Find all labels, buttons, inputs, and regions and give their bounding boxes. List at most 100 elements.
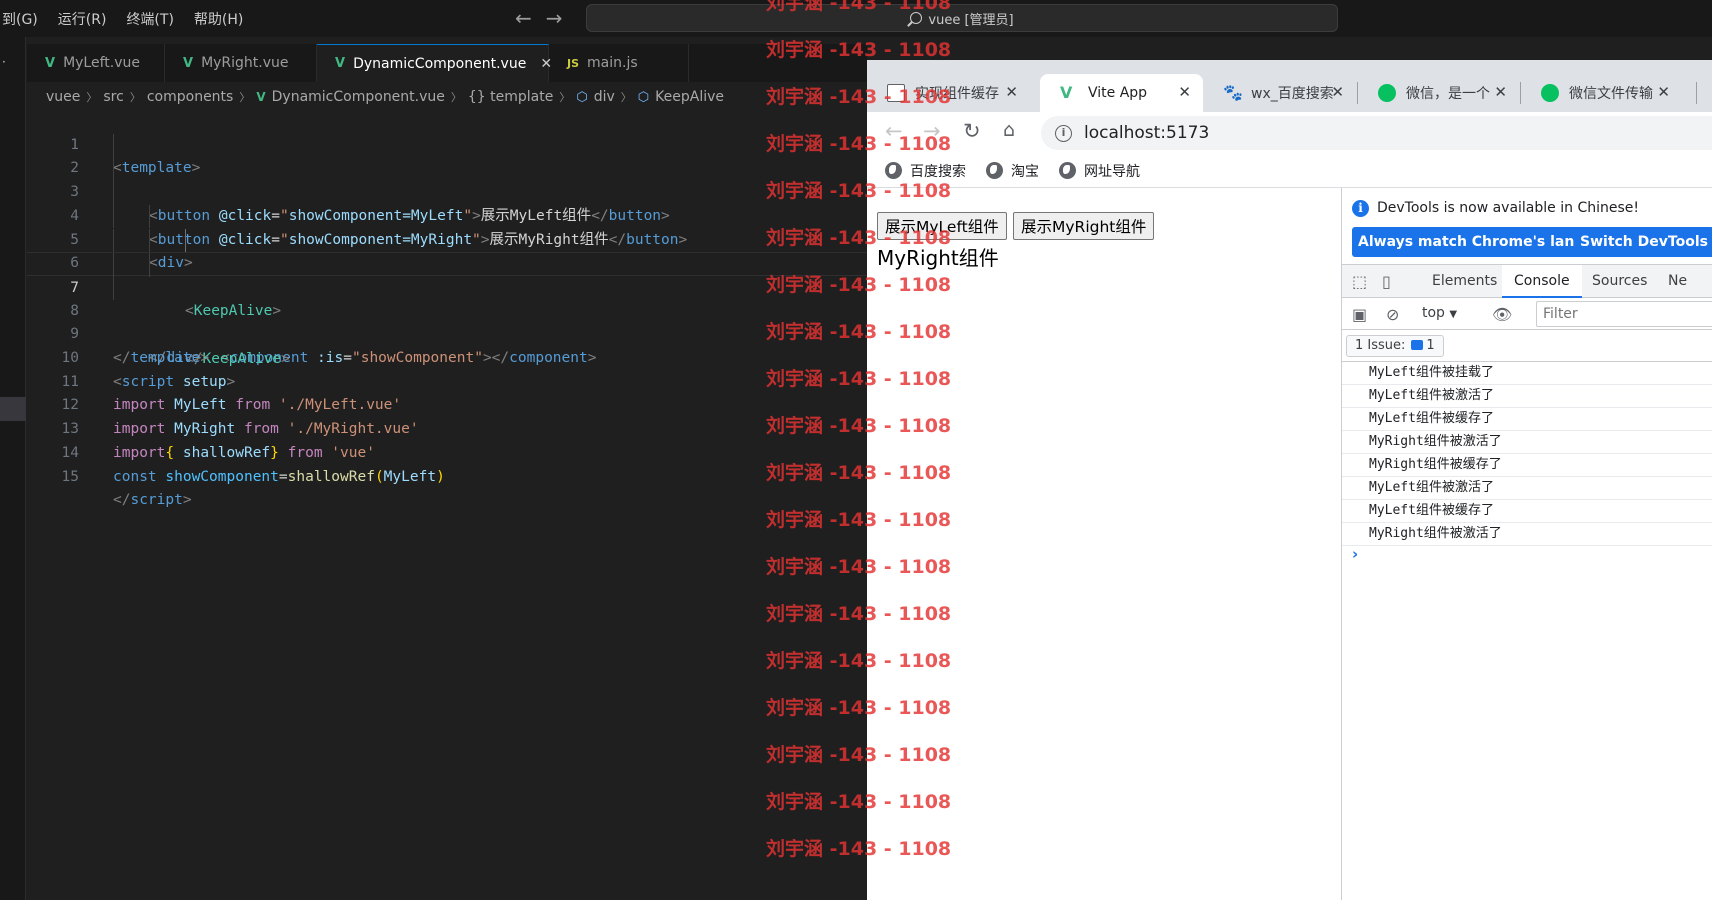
clear-console-icon[interactable]: ⊘ [1386, 305, 1399, 324]
home-icon[interactable]: ⌂ [1003, 119, 1015, 141]
url-text: localhost:5173 [1084, 123, 1210, 143]
close-icon[interactable]: ✕ [1005, 83, 1018, 101]
code-editor-window: · V MyLeft.vue V MyRight.vue V DynamicCo… [0, 0, 867, 900]
close-icon[interactable]: ✕ [1331, 83, 1344, 101]
tab-sources[interactable]: Sources [1580, 265, 1659, 298]
menu-goto[interactable]: 到(G) [2, 9, 48, 29]
cube-icon: ⬡ [576, 89, 588, 105]
console-log-entry: MyLeft组件被激活了 [1342, 385, 1712, 408]
code-line[interactable]: 5 <KeepAlive> [27, 204, 867, 319]
code-line[interactable]: 15 </script> [27, 442, 867, 509]
console-filter-input[interactable] [1536, 301, 1712, 327]
console-log-entry: MyLeft组件被挂载了 [1342, 362, 1712, 385]
show-myright-button[interactable]: 展示MyRight组件 [1013, 212, 1155, 240]
chevron-right-icon: 〉 [239, 91, 251, 104]
arrow-left-icon[interactable]: ← [515, 6, 532, 30]
back-icon[interactable]: ← [885, 119, 903, 143]
issues-count: 1 [1426, 338, 1435, 353]
code-line-current[interactable]: 7 </KeepAlive> [27, 252, 867, 367]
vite-icon: V [1060, 83, 1073, 102]
address-bar[interactable]: i localhost:5173 [1041, 116, 1712, 150]
tab-myleft[interactable]: V MyLeft.vue [27, 44, 165, 82]
bookmark-item[interactable]: 百度搜索 [885, 161, 966, 181]
context-selector[interactable]: top ▼ [1422, 305, 1457, 321]
vue-file-icon: V [45, 55, 56, 71]
bookmark-item[interactable]: 淘宝 [986, 161, 1039, 181]
code-line[interactable]: 12 import MyRight from './MyRight.vue' [27, 371, 867, 437]
bookmark-item[interactable]: 网址导航 [1059, 161, 1140, 181]
menu-run[interactable]: 运行(R) [58, 9, 117, 29]
tab-label: MyRight.vue [201, 55, 289, 71]
indent-guide [149, 253, 150, 277]
command-center[interactable]: vuee [管理员] [586, 4, 1338, 32]
forward-icon[interactable]: → [923, 119, 941, 143]
code-line[interactable]: 14 const showComponent=shallowRef(MyLeft… [27, 418, 867, 485]
code-line[interactable]: 2 <button @click="showComponent=MyLeft">… [27, 133, 867, 224]
breadcrumb: vuee 〉 src 〉 components 〉 V DynamicCompo… [46, 86, 724, 108]
code-line[interactable]: 4 <div> [27, 181, 867, 271]
info-icon[interactable]: i [1055, 124, 1072, 142]
vue-file-icon: V [256, 90, 266, 104]
tab-label: MyLeft.vue [63, 55, 140, 71]
arrow-right-icon[interactable]: → [546, 6, 563, 30]
reload-icon[interactable]: ↻ [963, 119, 981, 143]
browser-tab[interactable]: 微信文件传输 ✕ [1521, 74, 1682, 112]
vue-file-icon: V [183, 55, 194, 71]
browser-tab-active[interactable]: V Vite App ✕ [1040, 74, 1203, 112]
command-center-label: vuee [管理员] [928, 12, 1014, 28]
code-line[interactable]: 13 import{ shallowRef} from 'vue' [27, 394, 867, 461]
browser-tab[interactable]: 微信，是一个 ✕ [1358, 74, 1519, 112]
indent-guide [113, 157, 114, 182]
breadcrumb-item[interactable]: KeepAlive [655, 89, 724, 105]
code-line[interactable]: 3 <button @click="showComponent=MyRight"… [27, 157, 867, 248]
tab-network[interactable]: Ne [1656, 265, 1699, 298]
globe-icon [885, 162, 902, 179]
menu-terminal[interactable]: 终端(T) [126, 9, 183, 29]
search-icon [910, 12, 923, 24]
sidebar-toggle-icon[interactable]: ▣ [1352, 305, 1367, 324]
indent-guide [113, 181, 114, 205]
breadcrumb-item[interactable]: div [594, 89, 615, 105]
browser-tab[interactable]: 🐾 wx_百度搜索 ✕ [1203, 74, 1356, 112]
tab-dynamic-component[interactable]: V DynamicComponent.vue ✕ [317, 44, 552, 82]
menu-help[interactable]: 帮助(H) [194, 9, 253, 29]
tab-elements[interactable]: Elements [1420, 265, 1509, 298]
close-icon[interactable]: ✕ [1178, 83, 1191, 101]
breadcrumb-item[interactable]: DynamicComponent.vue [272, 89, 445, 105]
chevron-right-icon: 〉 [86, 91, 98, 104]
close-icon[interactable]: ✕ [1494, 83, 1507, 101]
code-text: </script> [113, 492, 192, 509]
breadcrumb-item[interactable]: vuee [46, 89, 80, 105]
code-line[interactable]: 1 <template> [27, 110, 867, 177]
editor-tabs: V MyLeft.vue V MyRight.vue V DynamicComp… [27, 44, 867, 82]
switch-devtools-button[interactable]: Switch DevTools [1574, 227, 1712, 257]
console-log-entry: MyLeft组件被缓存了 [1342, 408, 1712, 431]
breadcrumb-item[interactable]: {} template [468, 89, 553, 105]
issues-bar: 1 Issue: 1 [1342, 330, 1712, 362]
inspect-element-icon[interactable]: ⬚ [1352, 272, 1367, 291]
tab-myright[interactable]: V MyRight.vue [165, 44, 317, 82]
dropdown-arrow-icon: ▼ [1449, 309, 1458, 320]
code-line[interactable]: 9 </template> [27, 300, 867, 366]
tab-console[interactable]: Console [1502, 265, 1582, 298]
tab-label: main.js [587, 55, 638, 71]
eye-icon[interactable]: 👁 [1492, 305, 1512, 324]
device-toolbar-icon[interactable]: ▯ [1382, 272, 1391, 291]
issues-button[interactable]: 1 Issue: 1 [1346, 335, 1444, 357]
show-myleft-button[interactable]: 展示MyLeft组件 [877, 212, 1007, 240]
browser-tab[interactable]: 实现组件缓存 ✕ [867, 74, 1030, 112]
close-icon[interactable]: ✕ [1657, 83, 1670, 101]
tab-main-js[interactable]: JS main.js [549, 44, 689, 82]
code-area[interactable]: 1 <template> 2 <button @click="showCompo… [27, 110, 867, 900]
console-log-entry: MyRight组件被激活了 [1342, 431, 1712, 454]
code-line[interactable]: 11 import MyLeft from './MyLeft.vue' [27, 347, 867, 414]
console-prompt-icon[interactable]: › [1352, 545, 1358, 563]
code-line[interactable]: 10 <script setup> [27, 323, 867, 390]
code-line[interactable]: 6 <component :is="showComponent"></compo… [27, 228, 867, 366]
code-line[interactable]: 8 </div> [27, 275, 867, 366]
bookmarks-bar: 百度搜索 淘宝 网址导航 [867, 154, 1712, 188]
breadcrumb-item[interactable]: src [103, 89, 123, 105]
line-number: 15 [61, 468, 79, 485]
breadcrumb-item[interactable]: components [147, 89, 234, 105]
more-icon[interactable]: · [2, 55, 6, 69]
